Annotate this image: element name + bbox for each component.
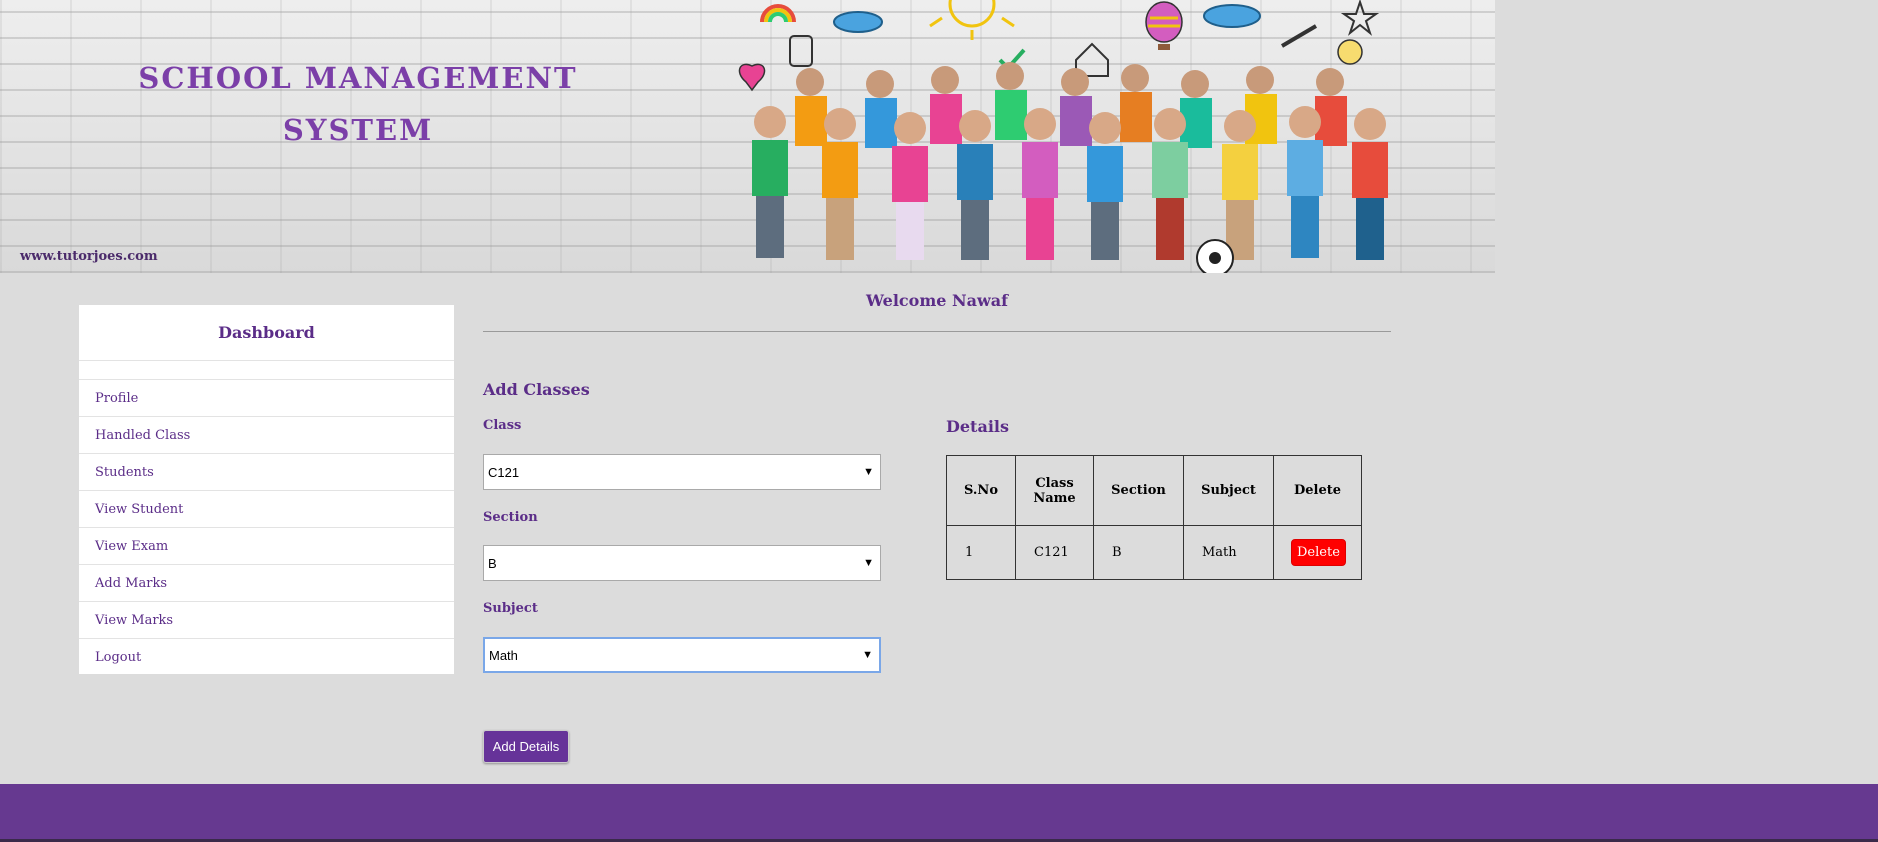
sidebar-item-view-student[interactable]: View Student: [79, 491, 454, 528]
section-select-value: B: [488, 555, 497, 571]
header-section: Section: [1093, 455, 1184, 526]
header-delete: Delete: [1273, 455, 1362, 526]
welcome-divider: [483, 331, 1391, 332]
banner-url: www.tutorjoes.com: [20, 249, 158, 264]
balloon-icon: [1145, 1, 1183, 50]
chevron-down-icon: ▼: [863, 557, 874, 569]
header-banner: SCHOOL MANAGEMENT SYSTEM www.tutorjoes.c…: [0, 0, 1495, 273]
details-table: S.No Class Name Section Subject Delete 1…: [946, 455, 1362, 580]
cell-section: B: [1093, 525, 1184, 580]
cell-sno: 1: [946, 525, 1016, 580]
sidebar-item-logout[interactable]: Logout: [79, 639, 454, 675]
lightbulb-icon: [1337, 39, 1363, 65]
children-group-photo: [752, 62, 1388, 273]
sidebar-divider: [79, 361, 454, 380]
sidebar-item-profile[interactable]: Profile: [79, 380, 454, 417]
subject-select-value: Math: [489, 647, 518, 663]
subject-select[interactable]: Math ▼: [483, 637, 881, 673]
class-label: Class: [483, 418, 522, 433]
details-title: Details: [946, 417, 1009, 436]
sidebar-item-students[interactable]: Students: [79, 454, 454, 491]
sidebar-heading: Dashboard: [79, 305, 454, 361]
rainbow-icon: [760, 4, 796, 23]
sidebar: Dashboard Profile Handled Class Students…: [79, 305, 454, 674]
class-select[interactable]: C121 ▼: [483, 454, 881, 490]
footer: [0, 784, 1878, 842]
delete-button[interactable]: Delete: [1291, 539, 1346, 566]
pencil-icon: [1280, 24, 1318, 48]
header-subject: Subject: [1183, 455, 1274, 526]
cell-subject: Math: [1183, 525, 1274, 580]
cloud-icon: [833, 11, 883, 33]
form-title: Add Classes: [483, 380, 590, 399]
subject-label: Subject: [483, 601, 538, 616]
chevron-down-icon: ▼: [862, 649, 873, 661]
header-sno: S.No: [946, 455, 1016, 526]
sidebar-item-view-exam[interactable]: View Exam: [79, 528, 454, 565]
cell-delete: Delete: [1273, 525, 1362, 580]
add-details-button[interactable]: Add Details: [483, 730, 569, 763]
header-class-name: Class Name: [1015, 455, 1094, 526]
cell-class-name: C121: [1015, 525, 1094, 580]
table-header-row: S.No Class Name Section Subject Delete: [946, 455, 1362, 526]
welcome-message: Welcome Nawaf: [865, 291, 1009, 310]
section-select[interactable]: B ▼: [483, 545, 881, 581]
section-label: Section: [483, 510, 538, 525]
table-row: 1 C121 B Math Delete: [946, 525, 1362, 580]
sidebar-item-handled-class[interactable]: Handled Class: [79, 417, 454, 454]
star-icon: [1340, 0, 1380, 36]
sidebar-item-add-marks[interactable]: Add Marks: [79, 565, 454, 602]
sun-icon: [929, 0, 1015, 40]
banner-title: SCHOOL MANAGEMENT SYSTEM: [138, 61, 578, 147]
chevron-down-icon: ▼: [863, 466, 874, 478]
sidebar-item-view-marks[interactable]: View Marks: [79, 602, 454, 639]
class-select-value: C121: [488, 464, 520, 480]
soccer-ball-icon: [1196, 239, 1234, 273]
